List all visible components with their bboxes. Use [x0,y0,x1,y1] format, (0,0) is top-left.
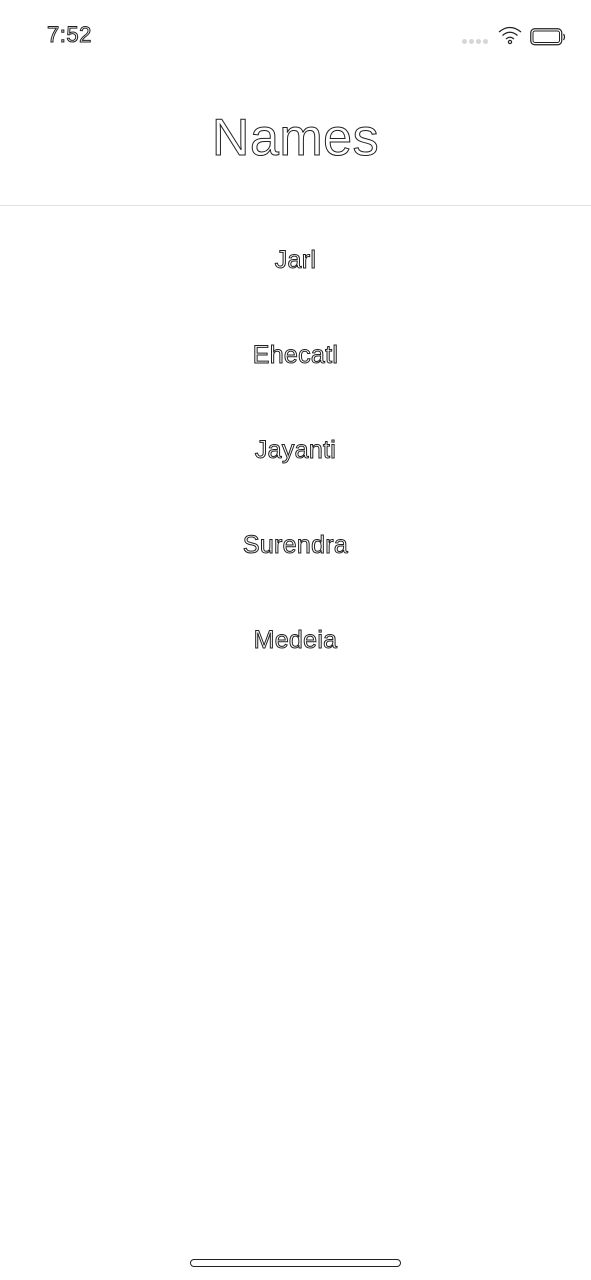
list-item[interactable]: Jarl [0,213,591,308]
page-title: Names [211,109,380,168]
list-item-label: Medeia [253,626,338,655]
list-item-label: Jarl [274,246,317,275]
list-item-label: Jayanti [254,436,337,465]
home-indicator[interactable] [190,1259,401,1267]
list-item-label: Surendra [242,531,349,560]
list-item[interactable]: Medeia [0,593,591,688]
list-item[interactable]: Ehecatl [0,308,591,403]
list-item-label: Ehecatl [252,341,339,370]
nav-divider [0,205,591,206]
navigation-bar: Names [0,96,591,186]
battery-icon [530,28,566,46]
status-time: 7:52 [47,22,92,48]
wifi-icon [498,26,522,45]
list-item[interactable]: Surendra [0,498,591,593]
cellular-signal-icon [462,39,488,44]
names-list: Jarl Ehecatl Jayanti Surendra Medeia [0,213,591,688]
status-bar: 7:52 [0,0,591,72]
list-item[interactable]: Jayanti [0,403,591,498]
